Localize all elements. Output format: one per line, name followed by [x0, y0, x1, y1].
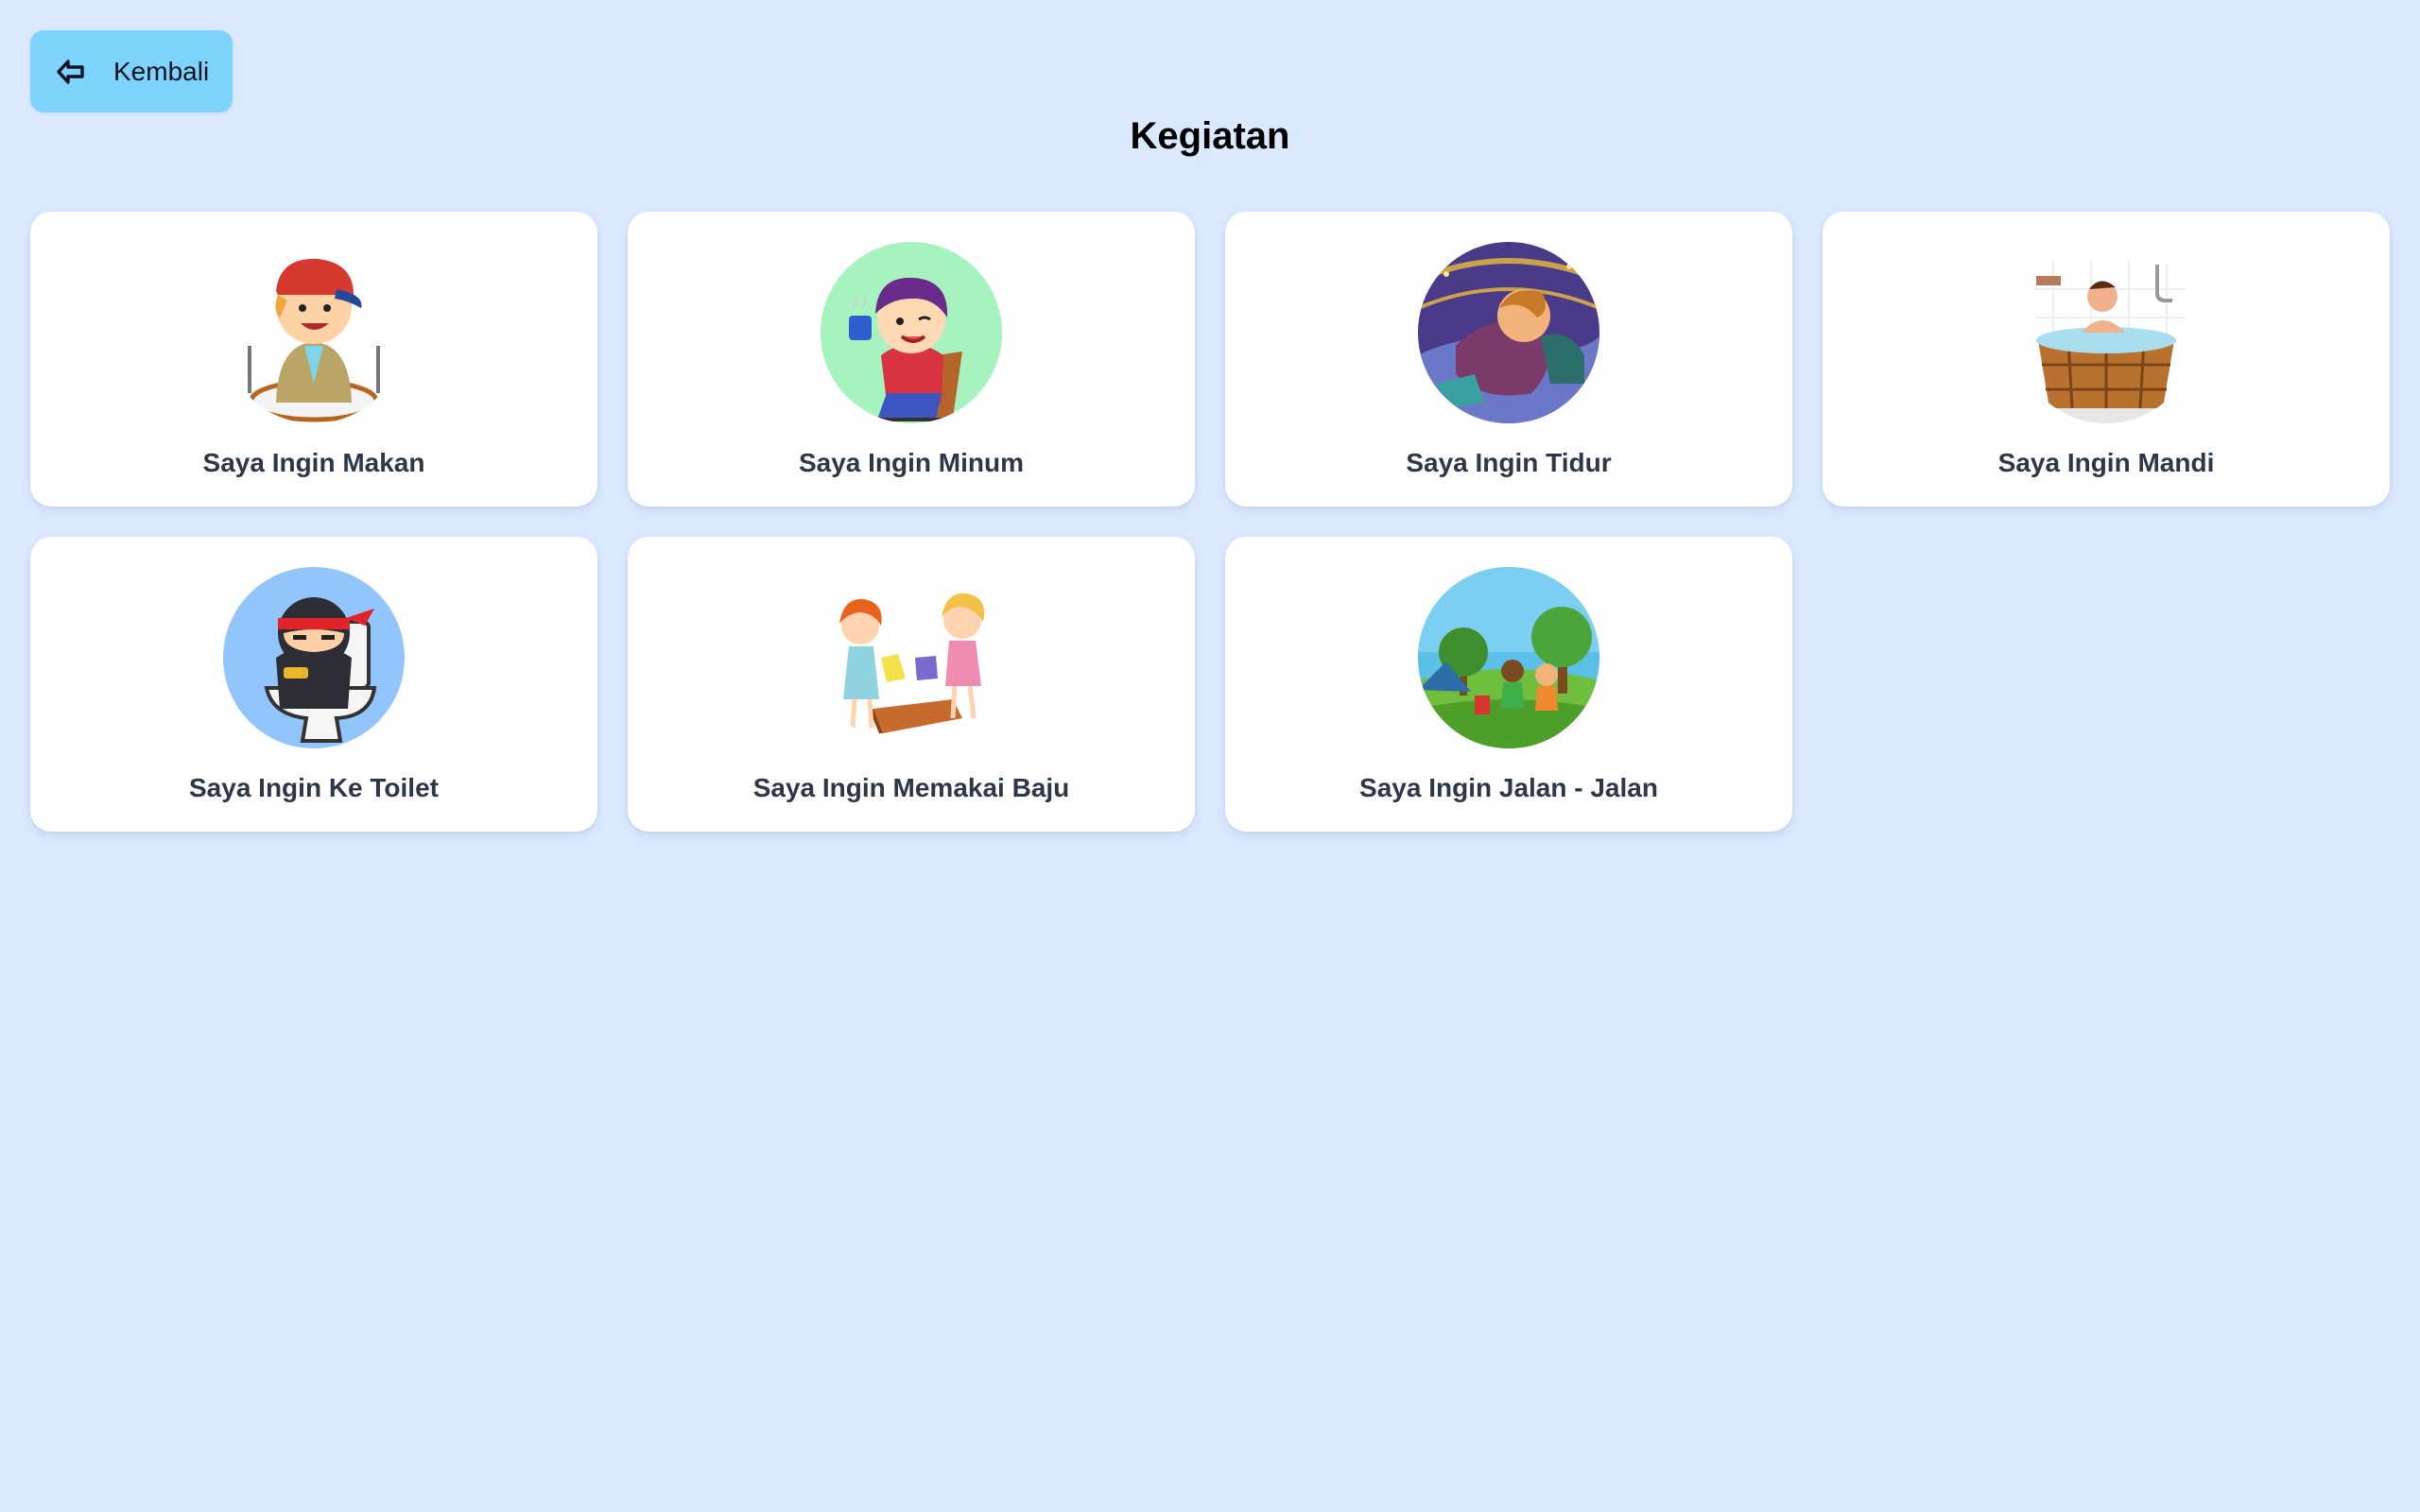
activity-label: Saya Ingin Tidur: [1406, 448, 1612, 477]
back-button[interactable]: Kembali: [30, 30, 233, 112]
activity-label: Saya Ingin Jalan - Jalan: [1359, 773, 1658, 802]
ninja-toilet-icon: [223, 567, 405, 748]
arrow-left-icon: [55, 56, 87, 88]
activities-page: Kembali Kegiatan Saya Ingin Makan Saya I…: [0, 0, 2420, 1512]
boy-eating-icon: [223, 242, 405, 423]
kids-outdoor-icon: [1418, 567, 1599, 748]
girls-dressing-icon: [821, 567, 1002, 748]
activity-card-toilet[interactable]: Saya Ingin Ke Toilet: [30, 537, 597, 832]
activity-label: Saya Ingin Minum: [798, 448, 1025, 477]
activity-card-memakai-baju[interactable]: Saya Ingin Memakai Baju: [628, 537, 1195, 832]
activity-label: Saya Ingin Makan: [202, 448, 425, 477]
boy-drinking-icon: [821, 242, 1002, 423]
activity-label: Saya Ingin Mandi: [1997, 448, 2215, 477]
activity-label: Saya Ingin Memakai Baju: [752, 773, 1070, 802]
activity-card-jalan-jalan[interactable]: Saya Ingin Jalan - Jalan: [1225, 537, 1792, 832]
activity-label: Saya Ingin Ke Toilet: [189, 773, 439, 802]
bathtub-icon: [2015, 242, 2197, 423]
activity-card-minum[interactable]: Saya Ingin Minum: [628, 212, 1195, 507]
activity-card-makan[interactable]: Saya Ingin Makan: [30, 212, 597, 507]
activity-grid: Saya Ingin Makan Saya Ingin Minum Saya I…: [30, 212, 2390, 832]
page-title: Kegiatan: [1130, 115, 1290, 157]
back-button-label: Kembali: [113, 56, 210, 86]
activity-card-mandi[interactable]: Saya Ingin Mandi: [1823, 212, 2390, 507]
child-sleeping-icon: [1418, 242, 1599, 423]
activity-card-tidur[interactable]: Saya Ingin Tidur: [1225, 212, 1792, 507]
